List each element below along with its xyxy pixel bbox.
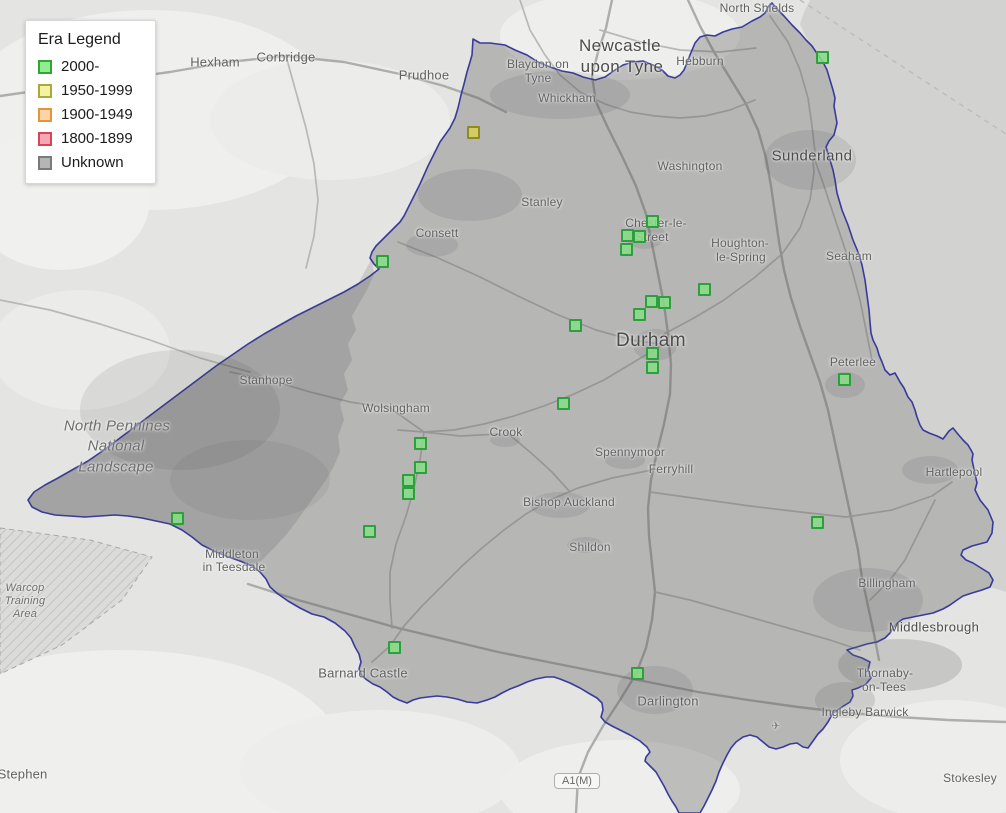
legend-item-1900-1949: 1900-1949 <box>38 106 143 123</box>
era-marker[interactable] <box>633 230 646 243</box>
legend-swatch-icon <box>38 84 52 98</box>
era-marker[interactable] <box>388 641 401 654</box>
era-legend: Era Legend 2000- 1950-1999 1900-1949 1800-1… <box>25 20 156 184</box>
legend-item-2000-: 2000- <box>38 58 143 75</box>
era-marker[interactable] <box>376 255 389 268</box>
era-marker[interactable] <box>402 487 415 500</box>
era-marker[interactable] <box>171 512 184 525</box>
legend-swatch-icon <box>38 132 52 146</box>
era-marker[interactable] <box>620 243 633 256</box>
legend-item-label: 1950-1999 <box>61 82 133 99</box>
era-marker[interactable] <box>698 283 711 296</box>
era-marker[interactable] <box>838 373 851 386</box>
era-marker[interactable] <box>363 525 376 538</box>
legend-item-label: Unknown <box>61 154 124 171</box>
era-marker[interactable] <box>414 437 427 450</box>
era-marker[interactable] <box>467 126 480 139</box>
era-marker[interactable] <box>646 361 659 374</box>
legend-title: Era Legend <box>38 31 143 49</box>
era-marker[interactable] <box>633 308 646 321</box>
legend-item-unknown: Unknown <box>38 154 143 171</box>
era-marker[interactable] <box>557 397 570 410</box>
era-marker[interactable] <box>811 516 824 529</box>
era-marker[interactable] <box>658 296 671 309</box>
era-marker[interactable] <box>414 461 427 474</box>
legend-swatch-icon <box>38 60 52 74</box>
legend-item-label: 1900-1949 <box>61 106 133 123</box>
map-screenshot: Newcastleupon TyneNorth ShieldsHexhamCor… <box>0 0 1006 813</box>
era-marker[interactable] <box>569 319 582 332</box>
era-marker[interactable] <box>816 51 829 64</box>
legend-swatch-icon <box>38 108 52 122</box>
legend-swatch-icon <box>38 156 52 170</box>
road-shield-a1m: A1(M) <box>554 773 600 789</box>
era-marker[interactable] <box>402 474 415 487</box>
legend-item-1950-1999: 1950-1999 <box>38 82 143 99</box>
legend-item-label: 1800-1899 <box>61 130 133 147</box>
era-marker[interactable] <box>646 215 659 228</box>
legend-item-1800-1899: 1800-1899 <box>38 130 143 147</box>
era-marker[interactable] <box>645 295 658 308</box>
legend-item-label: 2000- <box>61 58 99 75</box>
era-marker[interactable] <box>631 667 644 680</box>
era-marker[interactable] <box>646 347 659 360</box>
